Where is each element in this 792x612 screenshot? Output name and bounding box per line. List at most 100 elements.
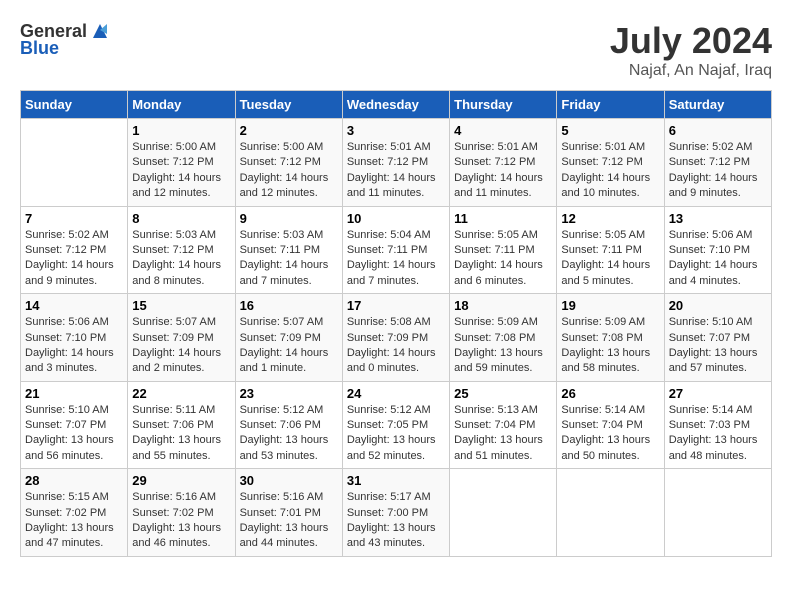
logo-icon [89, 20, 111, 42]
day-number: 13 [669, 211, 767, 226]
day-info: Sunrise: 5:10 AM Sunset: 7:07 PM Dayligh… [25, 403, 123, 465]
day-info: Sunrise: 5:14 AM Sunset: 7:03 PM Dayligh… [669, 403, 767, 465]
day-number: 14 [25, 298, 123, 313]
calendar-cell: 8Sunrise: 5:03 AM Sunset: 7:12 PM Daylig… [128, 206, 235, 294]
weekday-header: Tuesday [235, 91, 342, 119]
day-number: 16 [240, 298, 338, 313]
day-number: 4 [454, 123, 552, 138]
day-info: Sunrise: 5:11 AM Sunset: 7:06 PM Dayligh… [132, 403, 230, 465]
calendar-cell: 30 Sunrise: 5:16 AM Sunset: 7:01 PM Dayli… [235, 469, 342, 557]
day-number: 27 [669, 386, 767, 401]
day-number: 22 [132, 386, 230, 401]
calendar-cell: 6 Sunrise: 5:02 AM Sunset: 7:12 PM Daylig… [664, 119, 771, 207]
calendar-week-row: 14Sunrise: 5:06 AM Sunset: 7:10 PM Dayli… [21, 294, 772, 382]
day-number: 21 [25, 386, 123, 401]
calendar-cell: 22 Sunrise: 5:11 AM Sunset: 7:06 PM Dayli… [128, 381, 235, 469]
calendar-cell: 25Sunrise: 5:13 AM Sunset: 7:04 PM Dayli… [450, 381, 557, 469]
calendar-cell: 10 Sunrise: 5:04 AM Sunset: 7:11 PM Dayli… [342, 206, 449, 294]
calendar-cell: 24 Sunrise: 5:12 AM Sunset: 7:05 PM Dayli… [342, 381, 449, 469]
calendar-cell: 2 Sunrise: 5:00 AM Sunset: 7:12 PM Daylig… [235, 119, 342, 207]
calendar-cell: 5Sunrise: 5:01 AM Sunset: 7:12 PM Daylig… [557, 119, 664, 207]
day-info: Sunrise: 5:01 AM Sunset: 7:12 PM Dayligh… [454, 140, 552, 202]
day-info: Sunrise: 5:00 AM Sunset: 7:12 PM Dayligh… [132, 140, 230, 202]
calendar-table: SundayMondayTuesdayWednesdayThursdayFrid… [20, 90, 772, 557]
day-info: Sunrise: 5:07 AM Sunset: 7:09 PM Dayligh… [240, 315, 338, 377]
calendar-cell: 1 Sunrise: 5:00 AM Sunset: 7:12 PM Daylig… [128, 119, 235, 207]
calendar-week-row: 1 Sunrise: 5:00 AM Sunset: 7:12 PM Daylig… [21, 119, 772, 207]
logo: General Blue [20, 20, 111, 59]
title-block: July 2024 Najaf, An Najaf, Iraq [610, 20, 772, 80]
day-number: 2 [240, 123, 338, 138]
day-info: Sunrise: 5:08 AM Sunset: 7:09 PM Dayligh… [347, 315, 445, 377]
weekday-header: Sunday [21, 91, 128, 119]
day-info: Sunrise: 5:14 AM Sunset: 7:04 PM Dayligh… [561, 403, 659, 465]
day-info: Sunrise: 5:05 AM Sunset: 7:11 PM Dayligh… [454, 228, 552, 290]
logo-blue: Blue [20, 38, 59, 59]
day-info: Sunrise: 5:17 AM Sunset: 7:00 PM Dayligh… [347, 490, 445, 552]
calendar-week-row: 7Sunrise: 5:02 AM Sunset: 7:12 PM Daylig… [21, 206, 772, 294]
day-info: Sunrise: 5:12 AM Sunset: 7:06 PM Dayligh… [240, 403, 338, 465]
calendar-cell [664, 469, 771, 557]
calendar-cell [21, 119, 128, 207]
calendar-cell [450, 469, 557, 557]
day-info: Sunrise: 5:15 AM Sunset: 7:02 PM Dayligh… [25, 490, 123, 552]
day-number: 9 [240, 211, 338, 226]
day-number: 19 [561, 298, 659, 313]
day-number: 28 [25, 473, 123, 488]
calendar-cell: 18 Sunrise: 5:09 AM Sunset: 7:08 PM Dayli… [450, 294, 557, 382]
calendar-cell: 29 Sunrise: 5:16 AM Sunset: 7:02 PM Dayli… [128, 469, 235, 557]
calendar-cell: 3Sunrise: 5:01 AM Sunset: 7:12 PM Daylig… [342, 119, 449, 207]
day-info: Sunrise: 5:04 AM Sunset: 7:11 PM Dayligh… [347, 228, 445, 290]
day-info: Sunrise: 5:06 AM Sunset: 7:10 PM Dayligh… [669, 228, 767, 290]
day-info: Sunrise: 5:09 AM Sunset: 7:08 PM Dayligh… [454, 315, 552, 377]
day-info: Sunrise: 5:16 AM Sunset: 7:02 PM Dayligh… [132, 490, 230, 552]
calendar-cell: 31 Sunrise: 5:17 AM Sunset: 7:00 PM Dayli… [342, 469, 449, 557]
calendar-cell: 26 Sunrise: 5:14 AM Sunset: 7:04 PM Dayli… [557, 381, 664, 469]
day-number: 6 [669, 123, 767, 138]
day-number: 1 [132, 123, 230, 138]
calendar-cell: 9 Sunrise: 5:03 AM Sunset: 7:11 PM Daylig… [235, 206, 342, 294]
day-info: Sunrise: 5:02 AM Sunset: 7:12 PM Dayligh… [669, 140, 767, 202]
day-info: Sunrise: 5:16 AM Sunset: 7:01 PM Dayligh… [240, 490, 338, 552]
day-info: Sunrise: 5:10 AM Sunset: 7:07 PM Dayligh… [669, 315, 767, 377]
day-info: Sunrise: 5:03 AM Sunset: 7:11 PM Dayligh… [240, 228, 338, 290]
calendar-cell: 21 Sunrise: 5:10 AM Sunset: 7:07 PM Dayli… [21, 381, 128, 469]
day-number: 20 [669, 298, 767, 313]
calendar-week-row: 21 Sunrise: 5:10 AM Sunset: 7:07 PM Dayli… [21, 381, 772, 469]
day-number: 5 [561, 123, 659, 138]
calendar-cell: 7Sunrise: 5:02 AM Sunset: 7:12 PM Daylig… [21, 206, 128, 294]
day-number: 17 [347, 298, 445, 313]
calendar-cell: 20 Sunrise: 5:10 AM Sunset: 7:07 PM Dayli… [664, 294, 771, 382]
day-info: Sunrise: 5:00 AM Sunset: 7:12 PM Dayligh… [240, 140, 338, 202]
day-number: 30 [240, 473, 338, 488]
weekday-header: Thursday [450, 91, 557, 119]
calendar-cell: 19Sunrise: 5:09 AM Sunset: 7:08 PM Dayli… [557, 294, 664, 382]
day-number: 25 [454, 386, 552, 401]
day-number: 23 [240, 386, 338, 401]
weekday-header: Wednesday [342, 91, 449, 119]
day-number: 24 [347, 386, 445, 401]
day-number: 8 [132, 211, 230, 226]
day-number: 29 [132, 473, 230, 488]
calendar-cell: 11Sunrise: 5:05 AM Sunset: 7:11 PM Dayli… [450, 206, 557, 294]
day-number: 18 [454, 298, 552, 313]
weekday-header: Monday [128, 91, 235, 119]
calendar-cell: 23 Sunrise: 5:12 AM Sunset: 7:06 PM Dayli… [235, 381, 342, 469]
weekday-header: Friday [557, 91, 664, 119]
page-title: July 2024 [610, 20, 772, 62]
calendar-cell: 28 Sunrise: 5:15 AM Sunset: 7:02 PM Dayli… [21, 469, 128, 557]
day-number: 10 [347, 211, 445, 226]
calendar-cell: 15Sunrise: 5:07 AM Sunset: 7:09 PM Dayli… [128, 294, 235, 382]
page-subtitle: Najaf, An Najaf, Iraq [610, 62, 772, 80]
calendar-cell: 17 Sunrise: 5:08 AM Sunset: 7:09 PM Dayli… [342, 294, 449, 382]
calendar-cell: 12Sunrise: 5:05 AM Sunset: 7:11 PM Dayli… [557, 206, 664, 294]
calendar-cell [557, 469, 664, 557]
calendar-cell: 14Sunrise: 5:06 AM Sunset: 7:10 PM Dayli… [21, 294, 128, 382]
day-number: 26 [561, 386, 659, 401]
calendar-cell: 16 Sunrise: 5:07 AM Sunset: 7:09 PM Dayli… [235, 294, 342, 382]
calendar-cell: 27 Sunrise: 5:14 AM Sunset: 7:03 PM Dayli… [664, 381, 771, 469]
day-number: 31 [347, 473, 445, 488]
weekday-header: Saturday [664, 91, 771, 119]
day-info: Sunrise: 5:02 AM Sunset: 7:12 PM Dayligh… [25, 228, 123, 290]
day-info: Sunrise: 5:12 AM Sunset: 7:05 PM Dayligh… [347, 403, 445, 465]
